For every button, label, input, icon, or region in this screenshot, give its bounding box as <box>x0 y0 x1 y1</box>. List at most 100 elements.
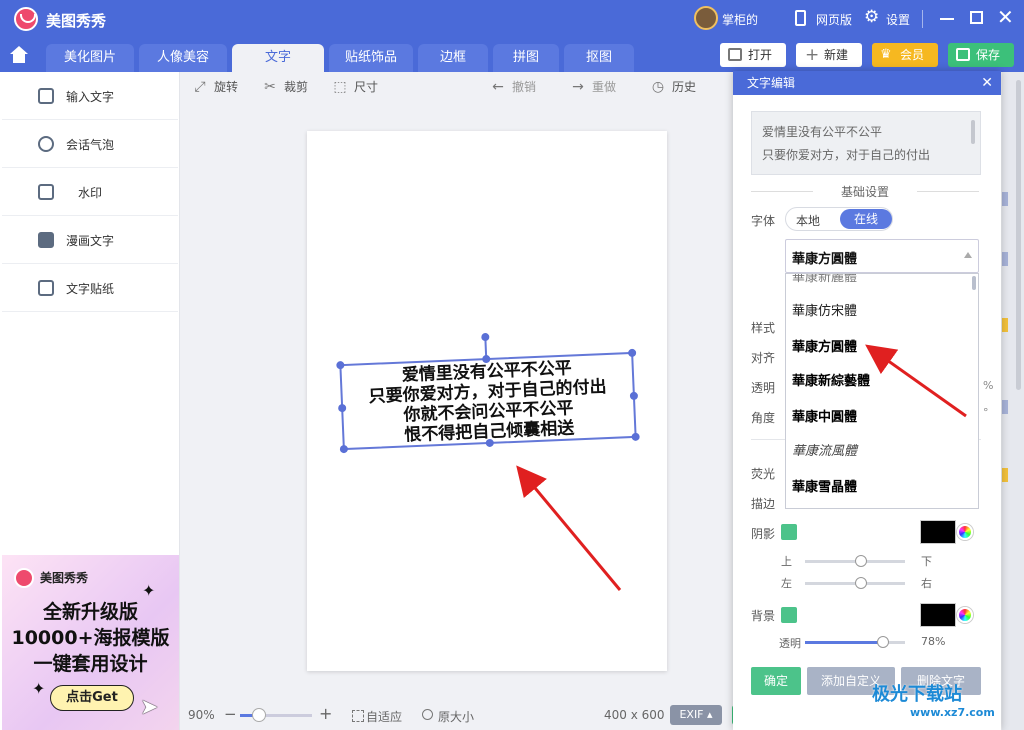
promo-headline: 全新升级版 <box>42 601 138 623</box>
shadow-left-label: 左 <box>781 577 792 590</box>
bg-opacity-slider-fill <box>805 641 883 644</box>
watermark-icon <box>38 184 54 200</box>
fit-button[interactable]: 自适应 <box>352 708 402 725</box>
canvas-text: 爱情里没有公平不公平 只要你爱对方，对于自己的付出 你就不会问公平不公平 恨不得… <box>341 356 634 448</box>
left-item-comic-text[interactable]: 漫画文字 <box>2 216 178 264</box>
text-selection-box[interactable]: 爱情里没有公平不公平 只要你爱对方，对于自己的付出 你就不会问公平不公平 恨不得… <box>336 332 640 454</box>
tab-stickers[interactable]: 贴纸饰品 <box>329 44 413 72</box>
text-sticker-icon <box>38 280 54 296</box>
font-option-selected[interactable]: 華康方圓體 <box>792 336 857 355</box>
bg-opacity-label: 透明 <box>779 637 801 650</box>
image-size-label: 400 x 600 <box>604 708 665 722</box>
exif-button[interactable]: EXIF ▴ <box>670 705 722 725</box>
text-content-input[interactable]: 爱情里没有公平不公平 只要你爱对方，对于自己的付出 <box>751 111 981 175</box>
caret-up-icon <box>964 252 972 258</box>
zoom-value: 90% <box>188 708 215 722</box>
slider-handle[interactable] <box>877 636 889 648</box>
close-icon[interactable]: ✕ <box>981 71 993 95</box>
color-wheel-icon[interactable] <box>957 524 973 540</box>
app-title: 美图秀秀 <box>46 12 107 30</box>
original-size-button[interactable]: 原大小 <box>422 708 474 725</box>
promo-get-button[interactable]: 点击Get <box>50 685 134 711</box>
tab-text[interactable]: 文字 <box>232 44 324 72</box>
angle-unit: ° <box>983 406 989 419</box>
confirm-button[interactable]: 确定 <box>751 667 801 695</box>
rotate-icon: ⤢ <box>194 79 206 95</box>
background-toggle[interactable] <box>781 607 797 623</box>
settings-link[interactable]: 设置 <box>886 11 910 28</box>
stroke-label: 描边 <box>751 497 776 511</box>
tab-frames[interactable]: 边框 <box>418 44 488 72</box>
minimize-button[interactable] <box>940 18 954 20</box>
save-button[interactable]: 保存 <box>948 43 1014 67</box>
style-label: 样式 <box>751 321 776 335</box>
web-version-link[interactable]: 网页版 <box>816 11 852 28</box>
tab-beautify[interactable]: 美化图片 <box>46 44 134 72</box>
crop-tool[interactable]: ✂ 裁剪 <box>262 78 308 96</box>
font-option[interactable]: 華康流風體 <box>792 440 857 459</box>
page-scrollbar[interactable] <box>1016 80 1021 390</box>
slider-handle[interactable] <box>855 555 867 567</box>
history-button[interactable]: ◷ 历史 <box>650 78 696 96</box>
bg-opacity-value: 78% <box>921 635 946 648</box>
user-avatar[interactable] <box>694 6 718 30</box>
font-label: 字体 <box>751 214 776 228</box>
shadow-label: 阴影 <box>751 527 776 541</box>
source-local-option[interactable]: 本地 <box>796 212 820 229</box>
resize-icon: ⬚ <box>333 79 347 95</box>
font-option[interactable]: 華康新綜藝體 <box>792 370 870 389</box>
clock-icon: ◷ <box>651 79 665 95</box>
shadow-down-label: 下 <box>921 555 932 568</box>
vip-button[interactable]: ♛ 会员 <box>872 43 938 67</box>
size-tool[interactable]: ⬚ 尺寸 <box>332 78 378 96</box>
undo-button[interactable]: ← 撤销 <box>490 78 536 96</box>
user-name[interactable]: 掌柜的 <box>722 11 758 28</box>
phone-icon[interactable] <box>795 10 806 26</box>
edge-marker <box>1002 468 1008 482</box>
font-source-toggle[interactable]: 本地 在线 <box>785 207 893 231</box>
dropdown-scrollbar[interactable] <box>972 276 976 290</box>
promo-brand: 美图秀秀 <box>40 571 89 585</box>
align-label: 对齐 <box>751 351 776 365</box>
tab-cutout[interactable]: 抠图 <box>564 44 634 72</box>
shadow-color-box[interactable] <box>920 520 956 544</box>
speech-bubble-icon <box>38 136 54 152</box>
tab-collage[interactable]: 拼图 <box>493 44 559 72</box>
source-online-option[interactable]: 在线 <box>840 209 892 229</box>
close-window-button[interactable]: ✕ <box>997 5 1014 29</box>
font-option[interactable]: 華康新麗體 <box>792 274 857 285</box>
promo-banner[interactable]: 美图秀秀 ✦ 全新升级版 10000+海报模版 一键套用设计 ✦ 点击Get ➤ <box>2 555 179 730</box>
new-button[interactable]: + 新建 <box>796 43 862 67</box>
undo-icon: ← <box>492 79 504 95</box>
left-item-text-sticker[interactable]: 文字贴纸 <box>2 264 178 312</box>
left-item-input-text[interactable]: 输入文字 <box>2 72 178 120</box>
status-bar: 90% − + 自适应 原大小 400 x 600 EXIF ▴ ★ 对比 <box>180 700 784 730</box>
slider-handle[interactable] <box>855 577 867 589</box>
edge-marker <box>1002 252 1008 266</box>
gear-icon[interactable]: ⚙ <box>864 7 879 27</box>
redo-button[interactable]: → 重做 <box>570 78 616 96</box>
background-color-box[interactable] <box>920 603 956 627</box>
maximize-button[interactable] <box>970 11 983 24</box>
font-option[interactable]: 華康雪晶體 <box>792 476 857 495</box>
tab-portrait[interactable]: 人像美容 <box>139 44 227 72</box>
angle-label: 角度 <box>751 411 776 425</box>
font-option[interactable]: 華康仿宋體 <box>792 300 857 319</box>
left-item-watermark[interactable]: 水印 <box>2 168 178 216</box>
color-wheel-icon[interactable] <box>957 607 973 623</box>
font-dropdown[interactable]: 華康方圓體 <box>785 239 979 273</box>
shadow-toggle[interactable] <box>781 524 797 540</box>
zoom-slider-handle[interactable] <box>252 708 266 722</box>
zoom-in-button[interactable]: + <box>319 704 332 723</box>
open-button[interactable]: 打开 <box>720 43 786 67</box>
rotate-tool[interactable]: ⤢ 旋转 <box>192 78 238 96</box>
home-icon[interactable] <box>8 46 30 68</box>
left-item-speech-bubble[interactable]: 会话气泡 <box>2 120 178 168</box>
zoom-out-button[interactable]: − <box>224 705 237 723</box>
crown-icon: ♛ <box>880 47 892 62</box>
cursor-icon: ➤ <box>140 695 159 720</box>
opacity-label: 透明 <box>751 381 776 395</box>
font-option[interactable]: 華康中圓體 <box>792 406 857 425</box>
font-dropdown-list[interactable]: 華康新麗體 華康仿宋體 華康方圓體 華康新綜藝體 華康中圓體 華康流風體 華康雪… <box>785 273 979 509</box>
textarea-scrollbar[interactable] <box>971 120 975 144</box>
